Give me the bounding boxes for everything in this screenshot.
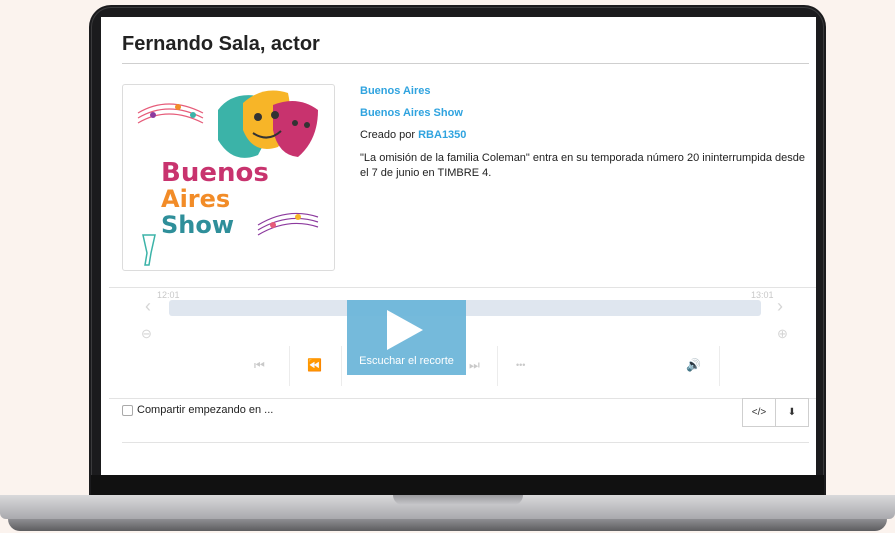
program-logo: Buenos Aires Show [137, 90, 319, 266]
time-start: 12:01 [157, 290, 180, 300]
laptop-notch [393, 495, 523, 505]
created-by: Creado por RBA1350 [360, 129, 805, 141]
download-icon: ⬇ [787, 407, 797, 418]
created-by-prefix: Creado por [360, 129, 416, 141]
play-icon [387, 310, 423, 350]
program-info: Buenos Aires Buenos Aires Show Creado po… [360, 85, 805, 181]
play-label: Escuchar el recorte [359, 355, 454, 367]
control-separator [719, 346, 720, 386]
volume-icon[interactable]: 🔊 [686, 358, 701, 372]
download-button[interactable]: ⬇ [775, 398, 809, 427]
scroll-left-icon[interactable]: ‹ [145, 296, 151, 317]
location-link[interactable]: Buenos Aires [360, 85, 431, 97]
embed-icon: </> [751, 407, 767, 418]
laptop-base-bottom [8, 519, 887, 531]
page-title: Fernando Sala, actor [122, 33, 320, 55]
program-thumbnail: Buenos Aires Show [122, 84, 335, 271]
browser-screen: Fernando Sala, actor Buenos Aires Show B… [101, 17, 816, 475]
control-separator [341, 346, 342, 386]
control-separator [497, 346, 498, 386]
share-option[interactable]: Compartir empezando en ... [122, 404, 273, 416]
logo-text-buenos: Buenos [161, 158, 269, 188]
footer-divider [122, 442, 809, 443]
share-checkbox[interactable] [122, 404, 133, 416]
prev-icon[interactable]: ⏮ [254, 358, 265, 373]
laptop-bezel [91, 475, 824, 495]
zoom-in-icon[interactable]: ⊕ [777, 326, 788, 342]
logo-text-show: Show [161, 211, 234, 239]
title-divider [122, 63, 809, 64]
control-separator [289, 346, 290, 386]
program-link[interactable]: Buenos Aires Show [360, 107, 463, 119]
logo-text-aires: Aires [161, 185, 230, 213]
creator-link[interactable]: RBA1350 [418, 129, 466, 141]
zoom-out-icon[interactable]: ⊖ [141, 326, 152, 342]
share-label: Compartir empezando en ... [137, 404, 274, 416]
clip-description: "La omisión de la familia Coleman" entra… [360, 152, 806, 179]
next-icon[interactable]: ⏭ [469, 358, 480, 373]
time-end: 13:01 [751, 290, 774, 300]
more-icon[interactable]: ••• [516, 360, 525, 370]
embed-button[interactable]: </> [742, 398, 776, 427]
play-button[interactable]: Escuchar el recorte [347, 300, 466, 375]
rewind-icon[interactable]: ⏪ [307, 358, 322, 372]
scroll-right-icon[interactable]: › [777, 296, 783, 317]
